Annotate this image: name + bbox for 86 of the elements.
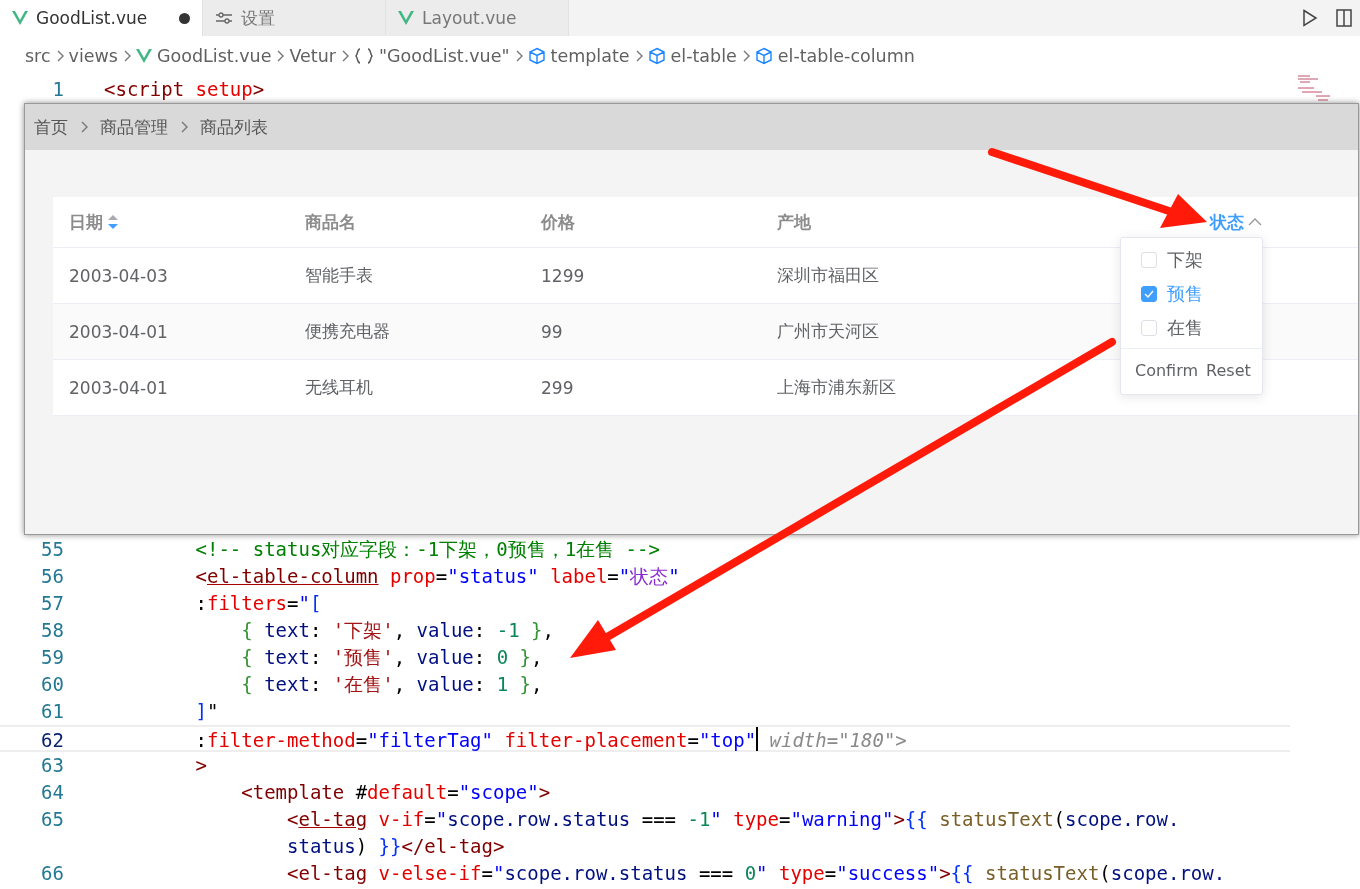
chevron-icon — [514, 50, 523, 62]
braces-icon — [353, 47, 374, 65]
code-line: <el-table-column prop="status" label="状态" — [194, 564, 680, 589]
filter-action-button[interactable]: Reset — [1206, 361, 1251, 380]
chevron-icon — [180, 121, 188, 133]
code-line: { text: '在售', value: 1 }, — [240, 672, 543, 697]
code-line: > — [194, 753, 207, 778]
code-line: <!-- status对应字段：-1下架，0预售，1在售 --> — [194, 537, 660, 562]
sort-icon[interactable] — [107, 214, 119, 230]
line-number: 61 — [40, 699, 65, 724]
breadcrumb-item[interactable]: GoodList.vue — [136, 46, 272, 66]
table-cell: 2003-04-03 — [69, 265, 168, 286]
chevron-icon — [741, 50, 750, 62]
code-line: ]" — [194, 699, 219, 724]
checkbox[interactable] — [1141, 286, 1157, 302]
line-number: 63 — [40, 753, 65, 778]
breadcrumb-item[interactable]: src — [25, 46, 51, 66]
run-icon[interactable] — [1302, 9, 1318, 27]
editor-tab[interactable]: 设置 — [203, 0, 386, 36]
chevron-icon — [340, 50, 349, 62]
breadcrumb-item[interactable]: template — [527, 46, 630, 66]
cube-icon — [754, 47, 773, 65]
breadcrumb-link[interactable]: 商品管理 — [100, 115, 168, 139]
breadcrumb-item[interactable]: views — [68, 46, 118, 66]
breadcrumb-item[interactable]: Vetur — [289, 46, 336, 66]
code-line: { text: '下架', value: -1 }, — [240, 618, 554, 643]
line-number: 56 — [40, 564, 65, 589]
v-logo-icon — [398, 11, 414, 25]
code-line: status) }}</el-tag> — [286, 834, 505, 859]
line-number: 62 — [40, 728, 65, 750]
line-number: 65 — [40, 807, 65, 832]
breadcrumb-item[interactable]: el-table — [647, 46, 737, 66]
table-cell: 无线耳机 — [305, 376, 373, 399]
line-number: 57 — [40, 591, 65, 616]
column-header[interactable]: 产地 — [777, 210, 811, 234]
column-header[interactable]: 日期 — [69, 210, 119, 234]
code-line: <template #default="scope"> — [240, 780, 551, 805]
table-cell: 深圳市福田区 — [777, 264, 879, 287]
code-line: <script setup> — [104, 77, 265, 102]
column-header[interactable]: 价格 — [541, 210, 575, 234]
code-line: :filter-method="filterTag" filter-placement="top" width="180"> — [104, 727, 907, 750]
breadcrumb-link[interactable]: 商品列表 — [200, 115, 268, 139]
filter-option[interactable]: 下架 — [1141, 246, 1262, 274]
table-cell: 2003-04-01 — [69, 377, 168, 398]
filter-option[interactable]: 在售 — [1141, 314, 1262, 342]
code-line: { text: '预售', value: 0 }, — [240, 645, 543, 670]
v-logo-icon — [136, 49, 152, 63]
column-header[interactable]: 商品名 — [305, 210, 356, 234]
line-number: 1 — [51, 77, 65, 102]
split-editor-icon[interactable] — [1336, 9, 1352, 27]
breadcrumb-item[interactable]: el-table-column — [754, 46, 915, 66]
chevron-icon — [123, 50, 131, 62]
line-number: 58 — [40, 618, 65, 643]
table-cell: 1299 — [541, 265, 585, 286]
chevron-icon — [55, 50, 64, 62]
line-number: 60 — [40, 672, 65, 697]
table-cell: 上海市浦东新区 — [777, 376, 896, 399]
table-cell: 智能手表 — [305, 264, 373, 287]
breadcrumb-link[interactable]: 首页 — [34, 115, 68, 139]
line-number: 59 — [40, 645, 65, 670]
table-cell: 广州市天河区 — [777, 320, 879, 343]
text-cursor — [756, 726, 759, 751]
code-line: <el-tag v-if="scope.row.status === -1" type="warning">{{ statusText(scope.row. — [286, 807, 1180, 832]
check-icon — [1144, 290, 1154, 298]
chevron-icon — [276, 50, 285, 62]
editor-tab[interactable]: Layout.vue — [386, 0, 569, 36]
line-number: 55 — [40, 537, 65, 562]
unsaved-dot — [179, 12, 190, 24]
line-number: 66 — [40, 861, 65, 886]
line-number: 64 — [40, 780, 65, 805]
filter-action-button[interactable]: Confirm — [1135, 361, 1199, 380]
breadcrumb-item[interactable]: "GoodList.vue" — [353, 46, 510, 66]
table-cell: 99 — [541, 321, 563, 342]
chevron-icon — [634, 50, 643, 62]
table-cell: 便携充电器 — [305, 320, 390, 343]
cube-icon — [647, 47, 666, 65]
table-cell: 299 — [541, 377, 574, 398]
v-logo-icon — [12, 11, 28, 25]
chevron-icon — [80, 121, 88, 133]
sliders-icon — [215, 11, 233, 25]
editor-tab[interactable]: GoodList.vue — [0, 0, 203, 36]
table-cell: 2003-04-01 — [69, 321, 168, 342]
code-line: :filters="[ — [194, 591, 322, 616]
cube-icon — [527, 47, 546, 65]
chevron-up-icon[interactable] — [1248, 217, 1262, 227]
code-line: <el-tag v-else-if="scope.row.status === 0" type="success">{{ statusText(scope.row. — [286, 861, 1226, 886]
